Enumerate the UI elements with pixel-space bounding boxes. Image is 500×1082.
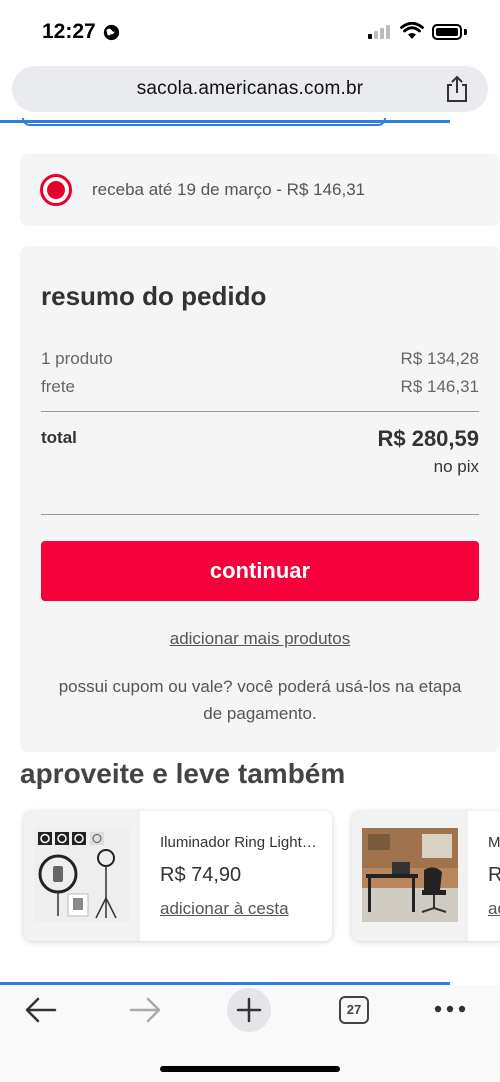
delivery-radio-button[interactable] [40, 174, 72, 206]
ring-light-product-image[interactable] [34, 828, 130, 922]
total-payment-note: no pix [433, 457, 479, 476]
product-name[interactable]: M [488, 834, 500, 851]
bottom-progress-bar [0, 982, 450, 985]
forward-arrow-icon[interactable] [128, 996, 162, 1024]
tabs-count-button[interactable]: 27 [339, 996, 369, 1024]
products-count-label: 1 produto [41, 349, 113, 368]
shipping-value: R$ 146,31 [400, 377, 479, 396]
coupon-info-text: possui cupom ou vale? você poderá usá-lo… [30, 673, 490, 727]
products-subtotal-value: R$ 134,28 [400, 349, 479, 368]
wifi-icon [400, 22, 424, 39]
globe-icon [103, 24, 120, 41]
product-price: R [488, 864, 500, 886]
more-options-icon[interactable] [434, 1004, 466, 1014]
delivery-option-label: receba até 19 de março - R$ 146,31 [92, 180, 366, 199]
desk-chair-product-image[interactable] [362, 828, 458, 922]
product-price: R$ 74,90 [160, 864, 242, 886]
battery-icon [432, 24, 462, 40]
new-tab-plus-icon[interactable] [236, 997, 262, 1023]
url-text[interactable]: sacola.americanas.com.br [0, 78, 500, 100]
shipping-label: frete [41, 377, 76, 396]
back-arrow-icon[interactable] [24, 996, 58, 1024]
order-summary-title: resumo do pedido [41, 281, 267, 311]
add-to-cart-link[interactable]: ad [488, 899, 500, 919]
summary-divider-bottom [41, 514, 479, 515]
share-icon[interactable] [444, 74, 470, 104]
home-indicator[interactable] [160, 1066, 340, 1072]
total-value: R$ 280,59 [377, 426, 479, 451]
signal-strength-icon [368, 25, 390, 39]
product-name[interactable]: Iluminador Ring Light… [160, 834, 317, 851]
add-more-products-link[interactable]: adicionar mais produtos [0, 629, 500, 649]
recommendations-title: aproveite e leve também [20, 758, 346, 789]
summary-divider [41, 411, 479, 412]
coupon-info-line-1: possui cupom ou vale? você poderá usá-lo… [58, 677, 462, 696]
total-label: total [41, 428, 77, 447]
battery-tip [464, 29, 467, 35]
scrolled-element-edge [22, 118, 386, 126]
status-time: 12:27 [42, 20, 96, 43]
add-to-cart-link[interactable]: adicionar à cesta [160, 899, 289, 919]
coupon-info-line-2: de pagamento. [203, 704, 317, 723]
continue-button[interactable]: continuar [41, 541, 479, 601]
